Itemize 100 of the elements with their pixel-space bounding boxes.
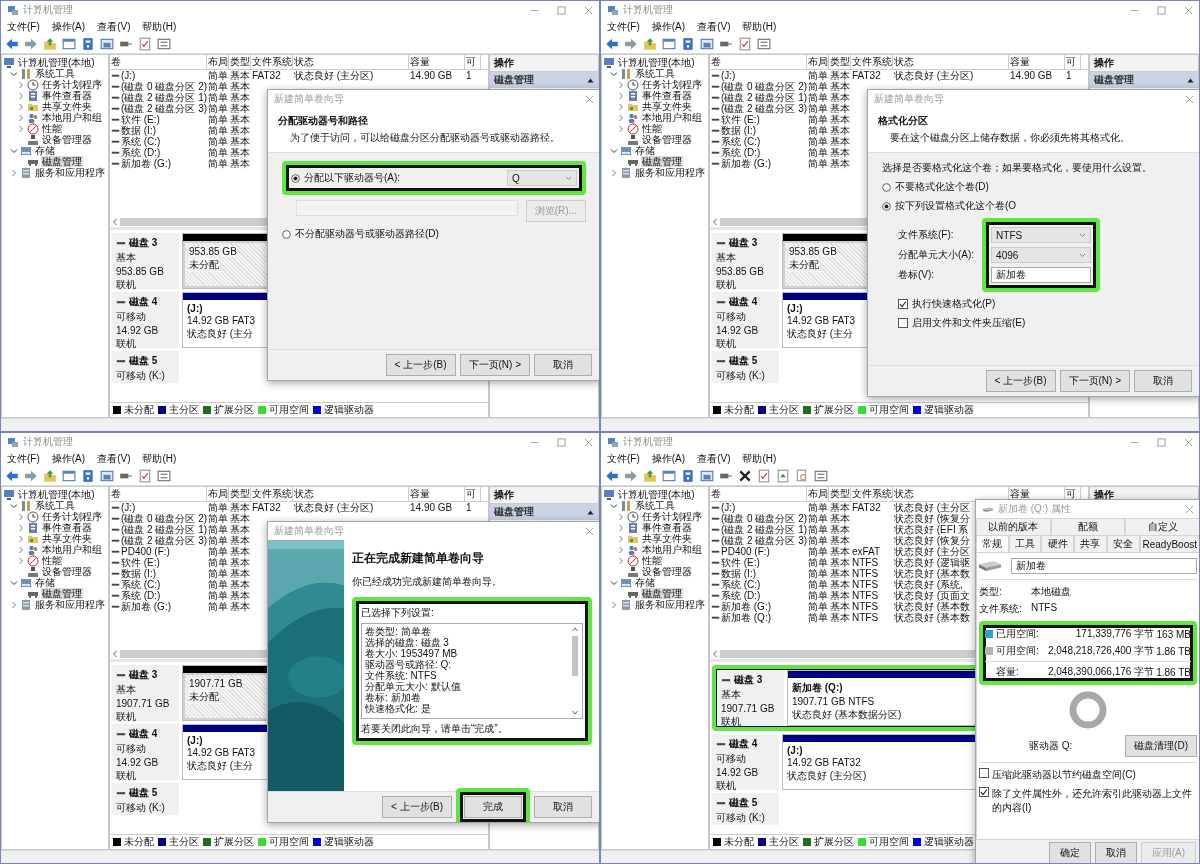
close-icon[interactable] [584, 5, 593, 15]
menu-item[interactable]: 帮助(H) [742, 452, 777, 466]
tree-item[interactable]: 任务计划程序 [641, 511, 703, 522]
column-header[interactable]: 布局 [807, 487, 829, 501]
tree-item[interactable]: 存储 [634, 145, 656, 156]
menu-item[interactable]: 操作(A) [651, 20, 686, 34]
properties-icon[interactable] [757, 37, 771, 51]
menu-item[interactable]: 文件(F) [7, 20, 40, 34]
radio-label[interactable]: 不要格式化这个卷(D) [895, 180, 989, 194]
tree-item[interactable]: 计算机管理(本地) [17, 57, 96, 68]
disk-info-panel[interactable]: 磁盘 3 基本 953.85 GB 联机 [112, 233, 182, 289]
tab[interactable]: 共享 [1074, 535, 1107, 552]
menu-item[interactable]: 帮助(H) [142, 452, 177, 466]
disk-info-panel[interactable]: 磁盘 4 可移动 14.92 GB 联机 [112, 724, 182, 780]
arrow-left-icon[interactable] [605, 469, 619, 483]
tree-item[interactable]: 磁盘管理 [641, 156, 683, 167]
maximize-icon[interactable] [557, 437, 566, 447]
column-header[interactable]: 状态 [293, 487, 409, 501]
chevron-icon[interactable] [610, 578, 618, 587]
tab[interactable]: 以前的版本 [976, 518, 1051, 535]
chevron-icon[interactable] [617, 512, 625, 521]
column-header[interactable]: 文件系统 [251, 55, 293, 69]
chevron-icon[interactable] [10, 600, 18, 609]
volume-name-field[interactable]: 新加卷 [1011, 558, 1197, 574]
tree-item[interactable]: 共享文件夹 [641, 533, 693, 544]
chevron-icon[interactable] [10, 69, 18, 78]
checkbox[interactable] [898, 299, 908, 309]
tab[interactable]: 常规 [976, 535, 1009, 552]
checkbox[interactable] [979, 787, 989, 797]
radio-button[interactable] [882, 182, 891, 192]
properties-icon[interactable] [157, 37, 171, 51]
maximize-icon[interactable] [1157, 5, 1166, 15]
chevron-icon[interactable] [17, 91, 25, 100]
arrow-left-icon[interactable] [5, 37, 19, 51]
dialog-button[interactable]: 确定 [1048, 842, 1091, 863]
page-up-icon[interactable] [776, 469, 790, 483]
chevron-icon[interactable] [10, 578, 18, 587]
tree-item[interactable]: 本地用户和组 [641, 544, 703, 555]
column-header[interactable]: 类型 [829, 487, 851, 501]
tab[interactable]: 配额 [1050, 518, 1126, 535]
column-header[interactable]: 卷 [110, 55, 207, 69]
panel-icon[interactable] [100, 37, 114, 51]
arrow-right-icon[interactable] [24, 37, 38, 51]
help-icon[interactable] [681, 37, 695, 51]
tree-item[interactable]: 共享文件夹 [41, 533, 93, 544]
column-header[interactable]: 类型 [829, 55, 851, 69]
tree-item[interactable]: 磁盘管理 [41, 156, 83, 167]
checklist-icon[interactable] [738, 37, 752, 51]
column-header[interactable]: 文件系统 [851, 55, 893, 69]
dropdown[interactable]: Q [507, 170, 577, 186]
checklist-icon[interactable] [757, 469, 771, 483]
column-header[interactable]: 类型 [229, 487, 251, 501]
tree-item[interactable]: 系统工具 [634, 500, 676, 511]
checkbox-label[interactable]: 除了文件属性外，还允许索引此驱动器上文件的内容(I) [992, 787, 1197, 815]
dialog-button[interactable]: < 上一步(B) [385, 354, 456, 376]
tree-item[interactable]: 任务计划程序 [41, 511, 103, 522]
tree-item[interactable]: 事件查看器 [641, 90, 693, 101]
arrow-left-icon[interactable] [605, 37, 619, 51]
tree-item[interactable]: 系统工具 [634, 68, 676, 79]
help-icon[interactable] [81, 469, 95, 483]
tree-item[interactable]: 服务和应用程序 [634, 599, 706, 610]
disk-info-panel[interactable]: 磁盘 3 基本 1907.71 GB 联机 [112, 665, 182, 721]
tab[interactable]: 硬件 [1041, 535, 1075, 552]
column-header[interactable]: 可 [465, 487, 481, 501]
tree-item[interactable]: 本地用户和组 [41, 112, 103, 123]
disk-info-panel[interactable]: 磁盘 4 可移动 14.92 GB 联机 [112, 292, 182, 348]
tree-item[interactable]: 存储 [634, 577, 656, 588]
maximize-icon[interactable] [1157, 437, 1166, 447]
chevron-icon[interactable] [610, 168, 618, 177]
chevron-icon[interactable] [17, 80, 25, 89]
panel-icon[interactable] [100, 469, 114, 483]
chevron-icon[interactable] [10, 501, 18, 510]
tree-item[interactable]: 磁盘管理 [641, 588, 683, 599]
radio-label[interactable]: 分配以下驱动器号(A): [304, 171, 401, 185]
cleanup-button[interactable]: 磁盘清理(D) [1125, 735, 1197, 757]
column-header[interactable]: 容量 [1009, 55, 1065, 69]
disk-info-panel[interactable]: 磁盘 4 可移动 14.92 GB 联机 [712, 292, 782, 348]
close-icon[interactable] [584, 437, 593, 447]
column-header[interactable]: 布局 [207, 487, 229, 501]
dialog-button[interactable]: 取消 [1094, 842, 1137, 863]
tree-item[interactable]: 设备管理器 [641, 134, 693, 145]
tree-item[interactable]: 服务和应用程序 [34, 599, 106, 610]
arrow-left-icon[interactable] [5, 469, 19, 483]
tab[interactable]: 自定义 [1125, 518, 1199, 535]
menu-item[interactable]: 帮助(H) [742, 20, 777, 34]
tab[interactable]: 安全 [1106, 535, 1140, 552]
menu-item[interactable]: 查看(V) [697, 452, 731, 466]
column-header[interactable]: 文件系统 [251, 487, 293, 501]
checklist-icon[interactable] [138, 37, 152, 51]
column-header[interactable]: 状态 [893, 55, 1009, 69]
scroll-left-icon[interactable] [112, 650, 118, 658]
scroll-left-icon[interactable] [712, 650, 718, 658]
menu-item[interactable]: 操作(A) [651, 452, 686, 466]
column-header[interactable]: 可 [465, 55, 481, 69]
checkbox[interactable] [898, 318, 908, 328]
menu-item[interactable]: 帮助(H) [142, 20, 177, 34]
arrow-right-icon[interactable] [624, 469, 638, 483]
help-icon[interactable] [81, 37, 95, 51]
folder-icon[interactable] [43, 37, 57, 51]
window-icon[interactable] [62, 469, 76, 483]
